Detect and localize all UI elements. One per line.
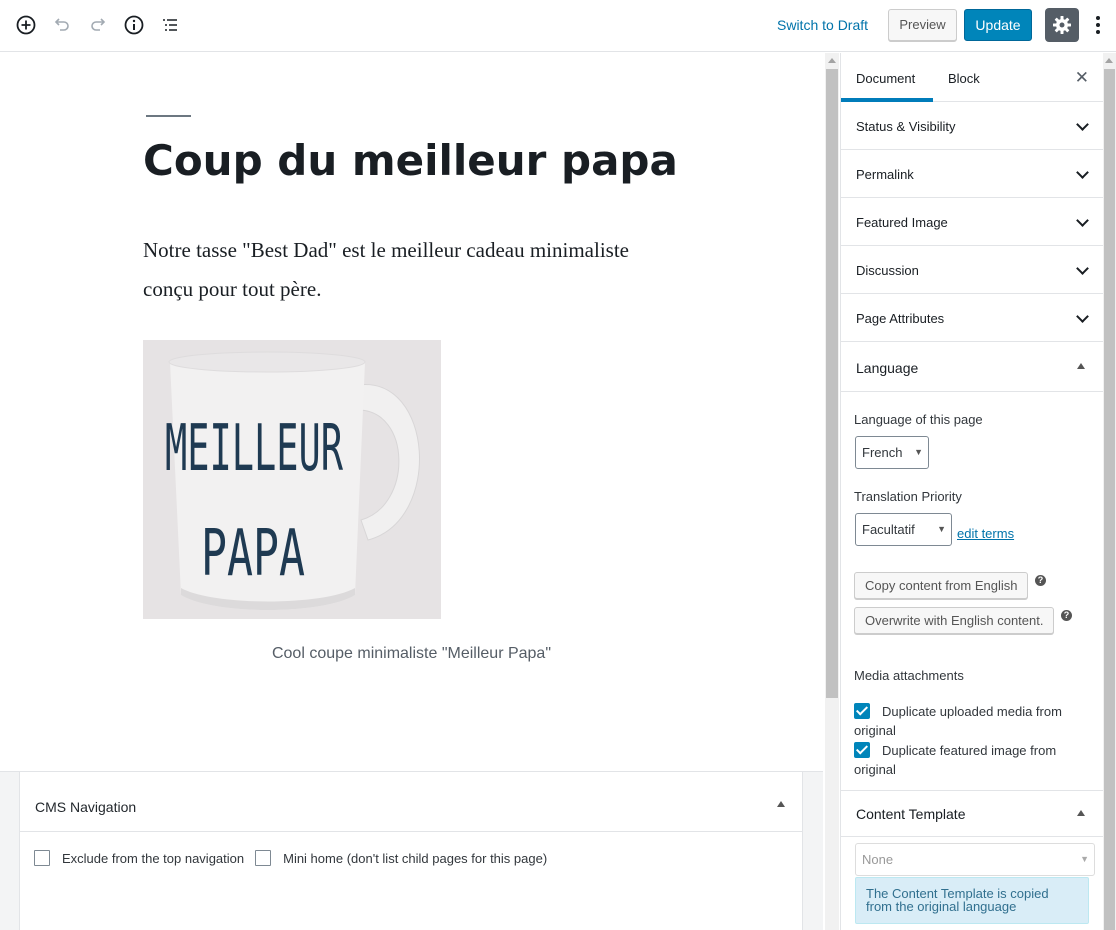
- cms-navigation-header[interactable]: CMS Navigation: [20, 772, 802, 832]
- panel-page-attributes[interactable]: Page Attributes: [841, 294, 1103, 342]
- title-divider: [146, 115, 191, 117]
- scroll-up-arrow-icon[interactable]: [828, 58, 836, 63]
- panel-content-template[interactable]: Content Template: [841, 791, 1103, 837]
- gear-icon: [1053, 16, 1071, 34]
- mini-home-label: Mini home (don't list child pages for th…: [283, 850, 548, 866]
- sidebar-scrollbar-thumb[interactable]: [1104, 69, 1115, 930]
- redo-icon[interactable]: [87, 14, 109, 36]
- chevron-down-icon: [1076, 118, 1089, 131]
- outline-icon[interactable]: [159, 14, 181, 36]
- scroll-up-arrow-icon[interactable]: [1105, 58, 1113, 63]
- paragraph-block[interactable]: Notre tasse "Best Dad" est le meilleur c…: [143, 231, 683, 309]
- duplicate-featured-option: Duplicate featured image from original: [854, 741, 1094, 779]
- tab-block[interactable]: Block: [948, 71, 980, 86]
- panel-title: Page Attributes: [856, 311, 945, 326]
- chevron-down-icon: [1076, 310, 1089, 323]
- undo-icon[interactable]: [51, 14, 73, 36]
- select-arrow-icon: ▼: [1080, 854, 1089, 864]
- mug-image[interactable]: MEILLEUR PAPA: [143, 340, 441, 619]
- content-template-note: The Content Template is copied from the …: [855, 877, 1089, 924]
- mini-home-checkbox[interactable]: [255, 850, 272, 866]
- translation-priority-label: Translation Priority: [854, 489, 962, 504]
- panel-title: Featured Image: [856, 215, 948, 230]
- copy-content-button[interactable]: Copy content from English: [854, 572, 1029, 599]
- help-icon[interactable]: ?: [1061, 610, 1072, 621]
- panel-discussion[interactable]: Discussion: [841, 246, 1103, 294]
- media-attachments-label: Media attachments: [854, 668, 964, 683]
- duplicate-media-option: Duplicate uploaded media from original: [854, 702, 1094, 740]
- translation-priority-value: Facultatif: [862, 522, 915, 537]
- panel-title: Discussion: [856, 263, 919, 278]
- mug-line-1: MEILLEUR: [165, 412, 343, 486]
- panel-title: Language: [856, 360, 919, 376]
- cms-navigation-title: CMS Navigation: [35, 799, 137, 815]
- editor-scrollbar[interactable]: [825, 53, 839, 930]
- mug-illustration: MEILLEUR PAPA: [143, 340, 441, 619]
- editor-scrollbar-thumb[interactable]: [826, 69, 838, 698]
- content-template-value: None: [862, 852, 894, 867]
- info-icon[interactable]: [123, 14, 145, 36]
- chevron-down-icon: [1076, 214, 1089, 227]
- mug-line-2: PAPA: [201, 517, 305, 591]
- cms-navigation-options: Exclude from the top navigation Mini hom…: [34, 850, 547, 866]
- panel-title: Permalink: [856, 167, 914, 182]
- add-block-icon[interactable]: [15, 14, 37, 36]
- exclude-navigation-checkbox[interactable]: [34, 850, 50, 866]
- select-arrow-icon: ▼: [914, 447, 923, 457]
- language-select-value: French: [862, 445, 903, 460]
- duplicate-featured-checkbox[interactable]: [854, 742, 870, 758]
- panel-status-visibility[interactable]: Status & Visibility: [841, 102, 1103, 150]
- chevron-down-icon: [1076, 262, 1089, 275]
- collapse-arrow-icon: [1077, 363, 1085, 369]
- close-icon[interactable]: ✕: [1075, 68, 1089, 88]
- post-title[interactable]: Coup du meilleur papa: [143, 136, 678, 185]
- language-panel-body: Language of this page French ▼ Translati…: [841, 392, 1103, 791]
- image-caption[interactable]: Cool coupe minimaliste "Meilleur Papa": [143, 645, 680, 663]
- language-select[interactable]: French ▼: [855, 436, 929, 469]
- collapse-arrow-icon[interactable]: [777, 801, 785, 807]
- settings-button[interactable]: [1045, 8, 1079, 42]
- editor-toolbar: Switch to Draft Preview Update: [0, 0, 1116, 52]
- language-label: Language of this page: [854, 412, 983, 427]
- content-template-body: None ▼ The Content Template is copied fr…: [841, 837, 1103, 930]
- overwrite-content-button[interactable]: Overwrite with English content.: [854, 607, 1055, 634]
- duplicate-featured-label: Duplicate featured image from original: [854, 743, 1057, 777]
- duplicate-media-label: Duplicate uploaded media from original: [854, 704, 1062, 738]
- update-button[interactable]: Update: [964, 9, 1032, 41]
- translation-priority-select[interactable]: Facultatif ▼: [855, 513, 952, 546]
- panel-language[interactable]: Language: [841, 342, 1103, 392]
- sidebar-tabs: Document Block ✕: [841, 53, 1103, 102]
- content-template-select[interactable]: None ▼: [855, 843, 1095, 876]
- settings-sidebar: Document Block ✕ Status & Visibility Per…: [840, 53, 1103, 930]
- panel-featured-image[interactable]: Featured Image: [841, 198, 1103, 246]
- preview-button[interactable]: Preview: [888, 9, 957, 41]
- sidebar-scrollbar[interactable]: [1103, 53, 1116, 930]
- duplicate-media-checkbox[interactable]: [854, 703, 870, 719]
- exclude-navigation-label: Exclude from the top navigation: [62, 850, 245, 866]
- panel-title: Status & Visibility: [856, 119, 956, 134]
- chevron-down-icon: [1076, 166, 1089, 179]
- tab-document[interactable]: Document: [856, 71, 915, 86]
- help-icon[interactable]: ?: [1035, 575, 1046, 586]
- select-arrow-icon: ▼: [937, 524, 946, 534]
- panel-permalink[interactable]: Permalink: [841, 150, 1103, 198]
- more-vertical-icon[interactable]: [1092, 14, 1104, 36]
- switch-to-draft-link[interactable]: Switch to Draft: [777, 17, 868, 33]
- edit-terms-link[interactable]: edit terms: [957, 526, 1014, 541]
- cms-navigation-metabox: CMS Navigation Exclude from the top navi…: [0, 771, 823, 930]
- panel-title: Content Template: [856, 806, 966, 822]
- collapse-arrow-icon: [1077, 810, 1085, 816]
